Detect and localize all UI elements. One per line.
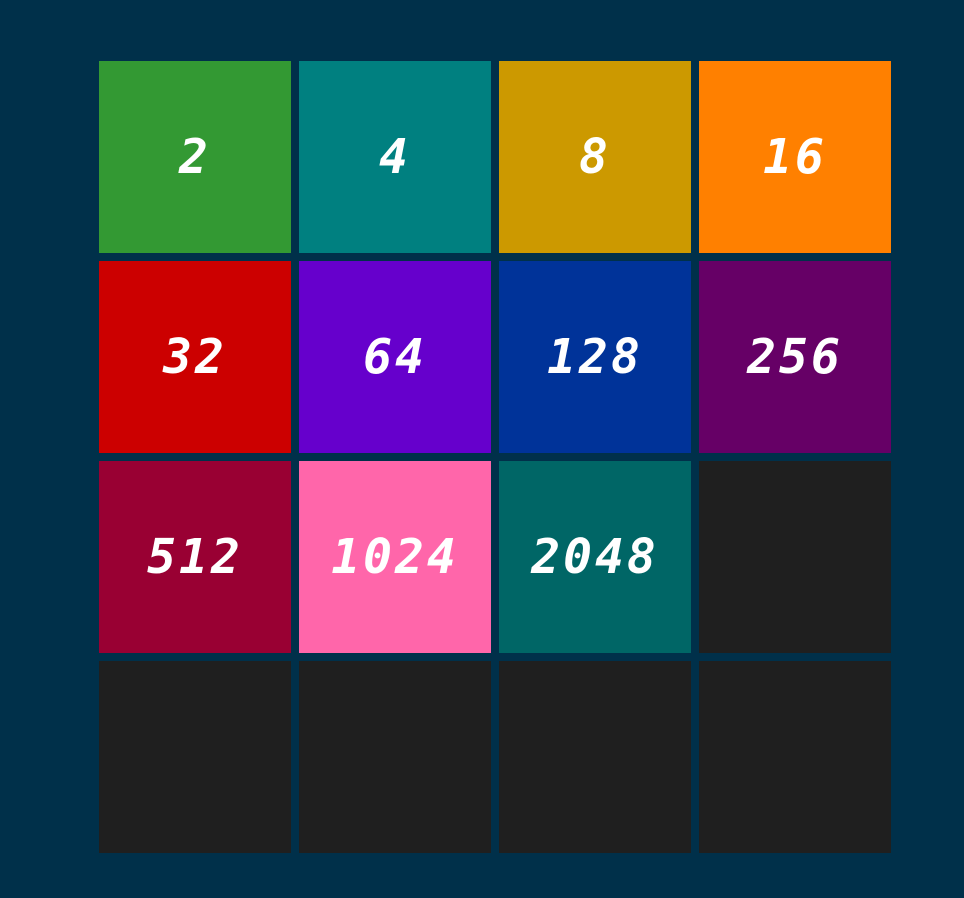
tile-value: 4: [379, 129, 411, 185]
tile-r3-c4-empty: [699, 461, 891, 653]
tile-value: 2: [179, 129, 211, 185]
tile-value: 8: [579, 129, 611, 185]
tile-r2-c4: 256: [699, 261, 891, 453]
tile-value: 16: [763, 129, 827, 185]
tile-r4-c1-empty: [99, 661, 291, 853]
tile-r1-c3: 8: [499, 61, 691, 253]
tile-value: 64: [363, 329, 427, 385]
tile-r4-c3-empty: [499, 661, 691, 853]
tile-value: 256: [747, 329, 843, 385]
tile-r2-c1: 32: [99, 261, 291, 453]
tile-r2-c2: 64: [299, 261, 491, 453]
tile-value: 32: [163, 329, 227, 385]
tile-r2-c3: 128: [499, 261, 691, 453]
tile-r1-c2: 4: [299, 61, 491, 253]
tile-value: 512: [147, 529, 243, 585]
tile-r4-c2-empty: [299, 661, 491, 853]
game-board: 2 4 8 16 32 64 128 256 512 1024 2048: [99, 61, 892, 853]
tile-value: 2048: [531, 529, 659, 585]
tile-r1-c4: 16: [699, 61, 891, 253]
tile-r1-c1: 2: [99, 61, 291, 253]
tile-value: 1024: [331, 529, 459, 585]
tile-value: 128: [547, 329, 643, 385]
tile-r4-c4-empty: [699, 661, 891, 853]
tile-r3-c2: 1024: [299, 461, 491, 653]
tile-r3-c3: 2048: [499, 461, 691, 653]
tile-r3-c1: 512: [99, 461, 291, 653]
